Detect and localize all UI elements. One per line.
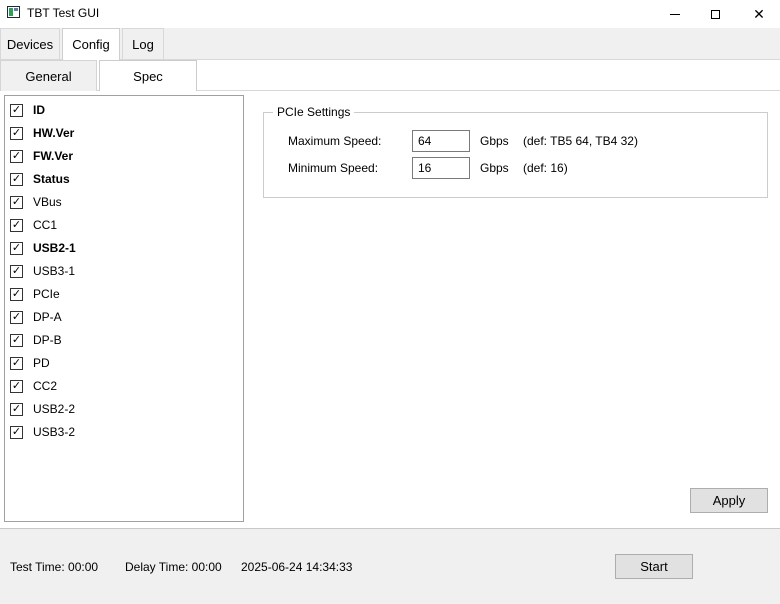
subtab-general[interactable]: General — [0, 60, 97, 91]
checkbox[interactable]: ✓ — [10, 241, 23, 255]
window-title: TBT Test GUI — [27, 6, 100, 20]
column-label: Status — [33, 172, 70, 186]
checkbox[interactable]: ✓ — [10, 264, 23, 278]
checkbox[interactable]: ✓ — [10, 356, 23, 370]
group-title: PCIe Settings — [273, 105, 355, 119]
maximize-icon — [710, 9, 720, 19]
min-speed-label: Minimum Speed: — [288, 161, 379, 175]
column-label: PCIe — [33, 287, 60, 301]
column-label: USB3-2 — [33, 425, 76, 439]
checkbox[interactable]: ✓ — [10, 149, 23, 163]
column-item-usb2-2[interactable]: ✓ USB2-2 — [10, 399, 75, 419]
close-icon: ✕ — [753, 5, 765, 22]
column-item-pd[interactable]: ✓ PD — [10, 353, 50, 373]
column-item-dp-b[interactable]: ✓ DP-B — [10, 330, 62, 350]
column-label: CC2 — [33, 379, 58, 393]
checkbox[interactable]: ✓ — [10, 218, 23, 232]
column-item-id[interactable]: ✓ ID — [10, 100, 45, 120]
max-speed-note: (def: TB5 64, TB4 32) — [523, 134, 638, 148]
tab-log[interactable]: Log — [122, 28, 164, 59]
subtab-label: Spec — [133, 68, 163, 84]
column-label: CC1 — [33, 218, 58, 232]
column-list[interactable]: ✓ ID ✓ HW.Ver ✓ FW.Ver ✓ Status ✓ VBus ✓… — [4, 95, 244, 522]
column-label: USB3-1 — [33, 264, 76, 278]
column-item-dp-a[interactable]: ✓ DP-A — [10, 307, 62, 327]
tab-label: Config — [72, 37, 110, 52]
max-speed-input[interactable] — [412, 130, 470, 152]
column-item-usb2-1[interactable]: ✓ USB2-1 — [10, 238, 76, 258]
checkbox[interactable]: ✓ — [10, 172, 23, 186]
checkbox[interactable]: ✓ — [10, 425, 23, 439]
column-label: USB2-1 — [33, 241, 76, 255]
delay-time: Delay Time: 00:00 — [125, 560, 222, 574]
column-label: PD — [33, 356, 50, 370]
column-label: USB2-2 — [33, 402, 76, 416]
test-time: Test Time: 00:00 — [10, 560, 99, 574]
checkbox[interactable]: ✓ — [10, 287, 23, 301]
checkbox[interactable]: ✓ — [10, 126, 23, 140]
minimize-icon — [670, 13, 680, 15]
checkbox[interactable]: ✓ — [10, 333, 23, 347]
subtab-label: General — [25, 68, 72, 84]
column-item-usb3-2[interactable]: ✓ USB3-2 — [10, 422, 75, 442]
column-label: DP-B — [33, 333, 62, 347]
column-item-hw-ver[interactable]: ✓ HW.Ver — [10, 123, 74, 143]
column-label: VBus — [33, 195, 62, 209]
column-item-usb3-1[interactable]: ✓ USB3-1 — [10, 261, 75, 281]
apply-button[interactable]: Apply — [690, 488, 768, 513]
column-label: FW.Ver — [33, 149, 74, 163]
max-speed-unit: Gbps — [480, 134, 509, 148]
min-speed-note: (def: 16) — [523, 161, 568, 175]
column-item-status[interactable]: ✓ Status — [10, 169, 70, 189]
column-item-cc1[interactable]: ✓ CC1 — [10, 215, 57, 235]
min-speed-unit: Gbps — [480, 161, 509, 175]
checkbox[interactable]: ✓ — [10, 310, 23, 324]
column-item-pcie[interactable]: ✓ PCIe — [10, 284, 60, 304]
column-item-cc2[interactable]: ✓ CC2 — [10, 376, 57, 396]
subtab-spec[interactable]: Spec — [99, 60, 197, 91]
checkbox[interactable]: ✓ — [10, 103, 23, 117]
checkbox[interactable]: ✓ — [10, 379, 23, 393]
app-icon — [7, 6, 20, 18]
close-button[interactable]: ✕ — [736, 0, 780, 28]
maximize-button[interactable] — [692, 0, 738, 28]
tab-label: Devices — [6, 36, 54, 52]
tab-label: Log — [132, 36, 154, 52]
column-item-vbus[interactable]: ✓ VBus — [10, 192, 62, 212]
pcie-settings-group — [263, 112, 768, 198]
tab-config[interactable]: Config — [62, 28, 120, 60]
max-speed-label: Maximum Speed: — [288, 134, 382, 148]
tab-devices[interactable]: Devices — [0, 28, 60, 59]
min-speed-input[interactable] — [412, 157, 470, 179]
current-datetime: 2025-06-24 14:34:33 — [241, 560, 353, 574]
column-label: ID — [33, 103, 45, 117]
checkbox[interactable]: ✓ — [10, 402, 23, 416]
start-button[interactable]: Start — [615, 554, 693, 579]
checkbox[interactable]: ✓ — [10, 195, 23, 209]
column-label: HW.Ver — [33, 126, 75, 140]
column-item-fw-ver[interactable]: ✓ FW.Ver — [10, 146, 73, 166]
column-label: DP-A — [33, 310, 62, 324]
